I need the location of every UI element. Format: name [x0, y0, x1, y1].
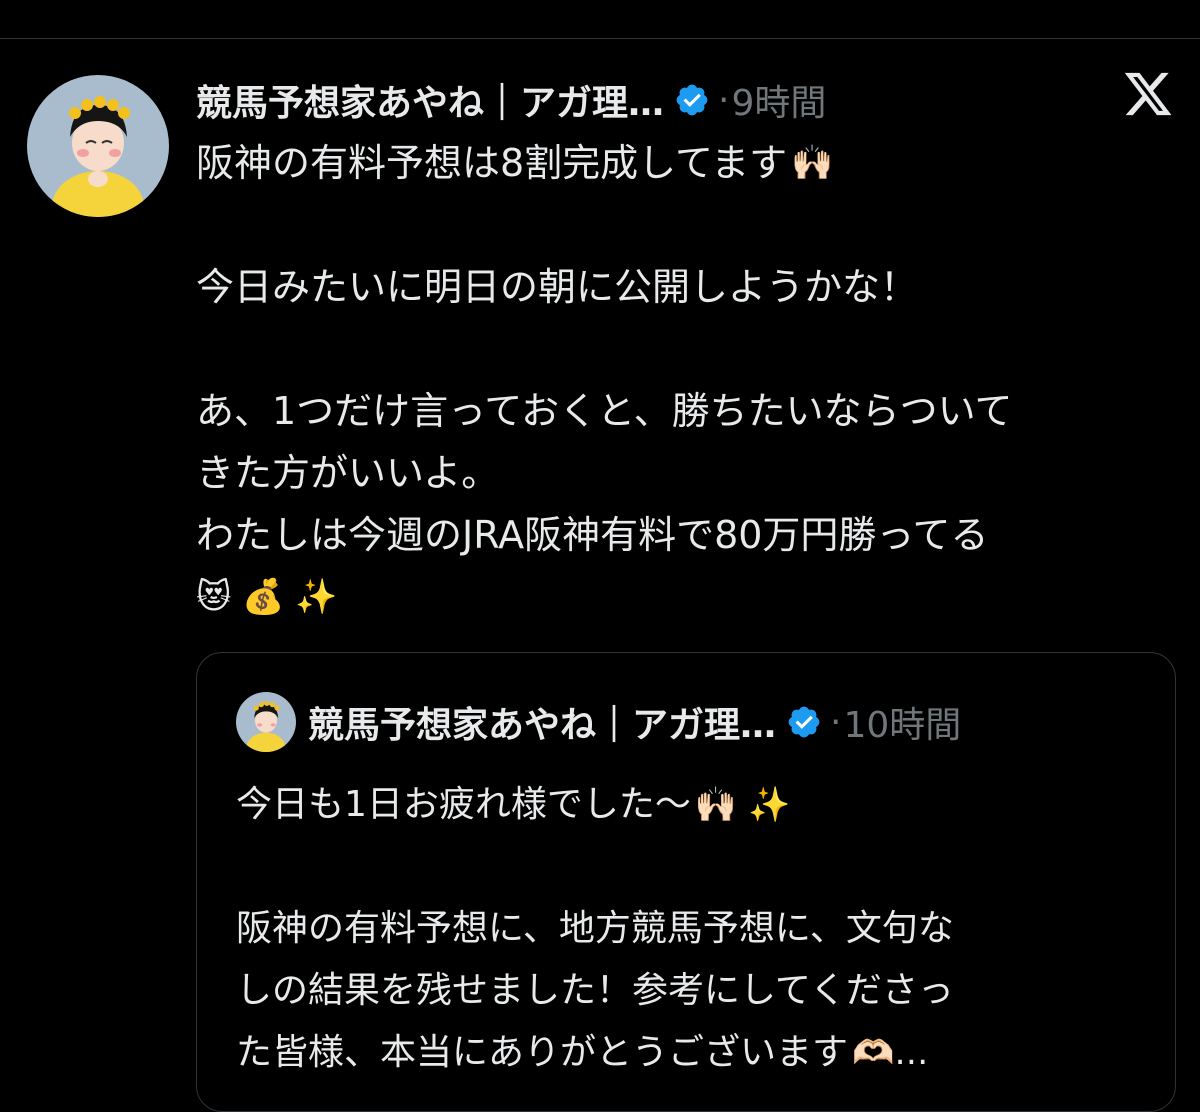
quoted-tweet-timestamp: 10時間 [843, 705, 962, 746]
quoted-tweet-line: しの結果を残せました！参考にしてくださっ [236, 970, 954, 1011]
heart-hands-emoji: 🫶🏻… [852, 1033, 929, 1073]
tweet-line: あ、1つだけ言っておくと、勝ちたいならついて [196, 389, 1013, 433]
tweet-line: きた方がいいよ。 [196, 451, 500, 495]
emoji-group: 🙌🏻 ✨ [694, 785, 791, 825]
quoted-tweet-line: た皆様、本当にありがとうございます 🫶🏻… [236, 1022, 954, 1084]
quoted-author-avatar [236, 692, 296, 752]
verified-badge-icon [786, 704, 822, 740]
tweet-line: 今日みたいに明日の朝に公開しようかな！ [196, 265, 919, 309]
quoted-tweet-body: 今日も1日お疲れ様でした〜 🙌🏻 ✨ 阪神の有料予想に、地方競馬予想に、文句な … [236, 774, 954, 1084]
tweet-line: 阪神の有料予想は8割完成してます 🙌🏻 [196, 132, 1012, 194]
quoted-tweet-line: 阪神の有料予想に、地方競馬予想に、文句な [236, 908, 954, 949]
author-name[interactable]: 競馬予想家あやね｜アガ理… [196, 74, 664, 126]
quoted-tweet-header: 競馬予想家あやね｜アガ理… · 10時間 [308, 698, 962, 747]
tweet-line: わたしは今週のJRA阪神有料で80万円勝ってる [196, 513, 989, 557]
dot-separator: · [718, 79, 730, 121]
tweet-header: 競馬予想家あやね｜アガ理… · 9時間 [196, 74, 826, 126]
raising-hands-emoji: 🙌🏻 [791, 143, 834, 183]
tweet-body: 阪神の有料予想は8割完成してます 🙌🏻 今日みたいに明日の朝に公開しようかな！ … [196, 132, 1012, 628]
verified-badge-icon [674, 82, 710, 118]
top-divider [0, 38, 1200, 39]
tweet-timestamp[interactable]: 9時間 [731, 74, 826, 126]
quoted-author-name: 競馬予想家あやね｜アガ理… [308, 705, 777, 746]
quoted-tweet-line: 今日も1日お疲れ様でした〜 🙌🏻 ✨ [236, 774, 954, 836]
dot-separator: · [830, 701, 842, 743]
emoji-group: 😻 💰 ✨ [196, 577, 338, 617]
x-logo-icon [1122, 68, 1174, 120]
tweet-line: 😻 💰 ✨ [196, 566, 1012, 628]
author-avatar[interactable] [27, 75, 169, 217]
